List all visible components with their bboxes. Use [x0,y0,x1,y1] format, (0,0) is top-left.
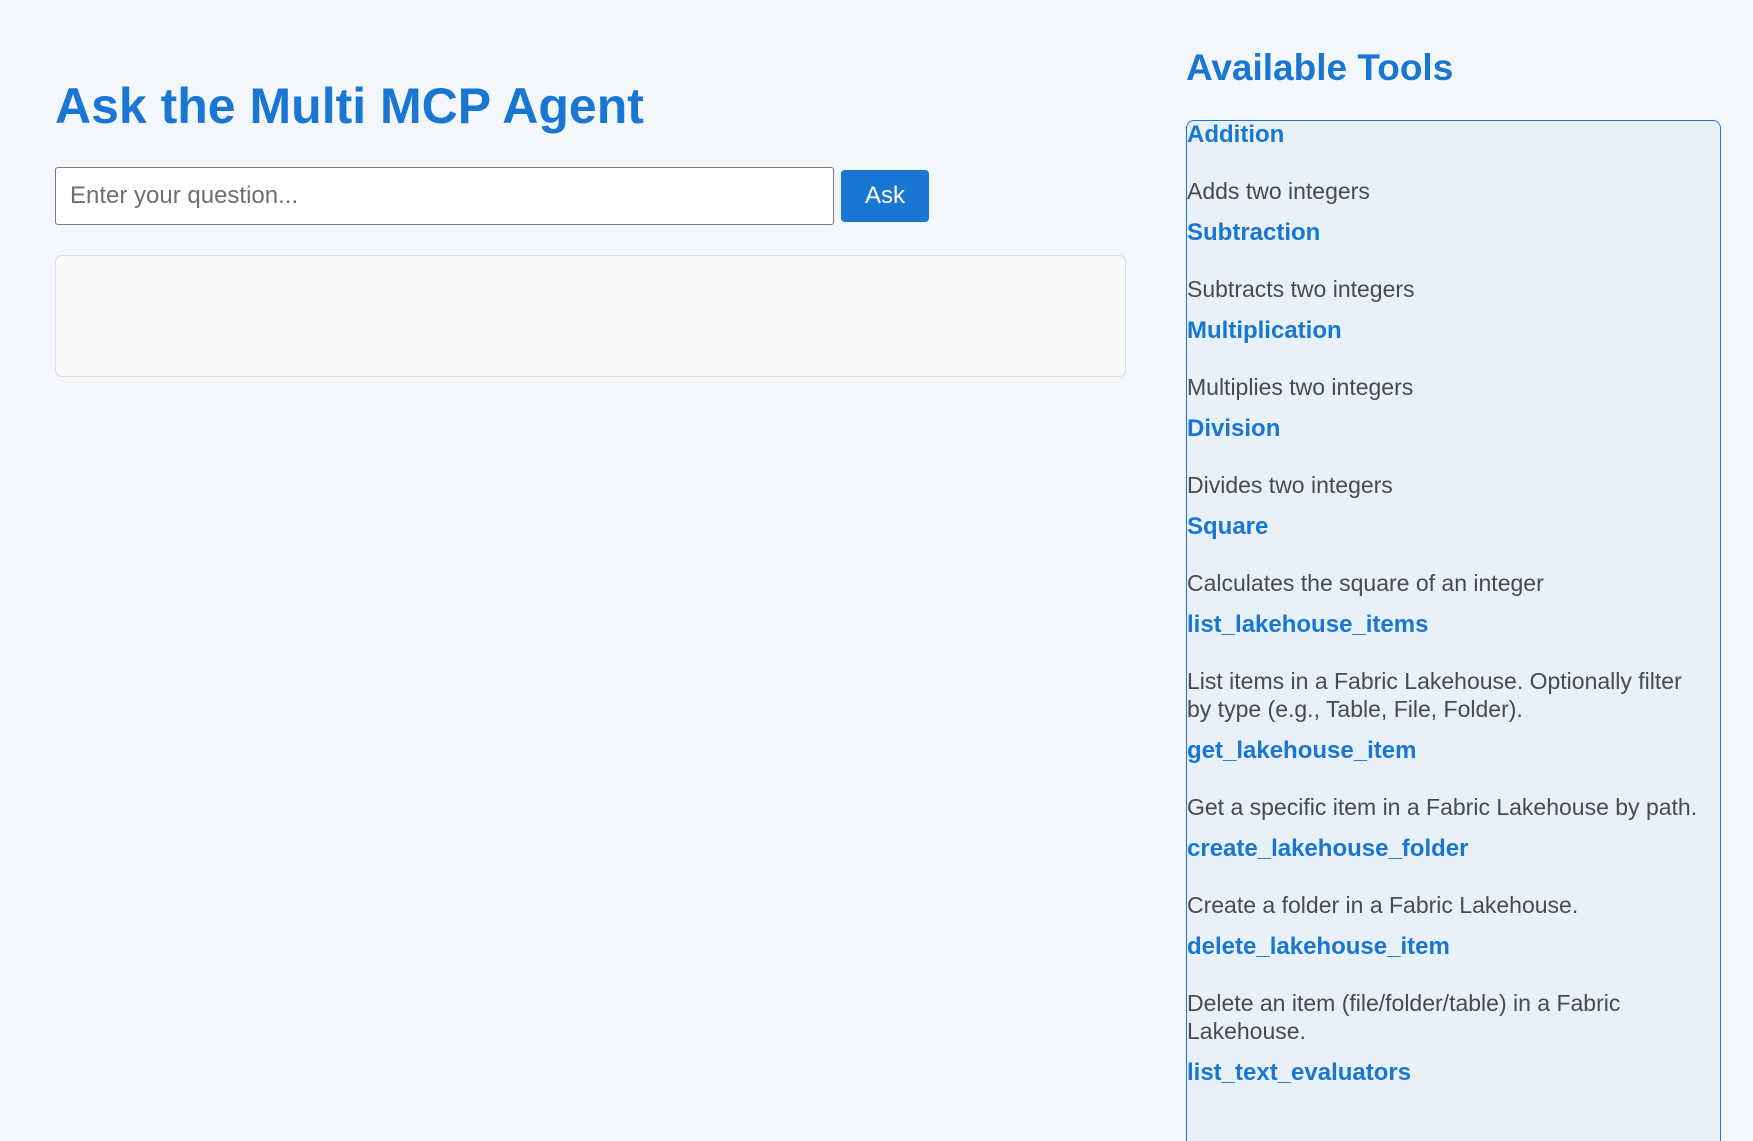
tool-item: Division Divides two integers [1187,415,1720,499]
tool-item: Multiplication Multiplies two integers [1187,317,1720,401]
tool-name[interactable]: Subtraction [1187,219,1720,247]
tool-item: delete_lakehouse_item Delete an item (fi… [1187,933,1720,1045]
sidebar-title: Available Tools [1186,47,1454,88]
ask-button[interactable]: Ask [841,170,929,222]
tool-name[interactable]: get_lakehouse_item [1187,737,1720,765]
tool-item: Subtraction Subtracts two integers [1187,219,1720,303]
response-box [55,255,1126,377]
question-input[interactable] [55,167,834,225]
tool-item: list_text_evaluators [1187,1059,1720,1087]
tool-name[interactable]: Multiplication [1187,317,1720,345]
page-title: Ask the Multi MCP Agent [55,78,644,134]
tool-description: Get a specific item in a Fabric Lakehous… [1187,794,1698,820]
tool-item: Addition Adds two integers [1187,121,1720,205]
tool-description: Subtracts two integers [1187,276,1415,302]
tool-name[interactable]: Division [1187,415,1720,443]
tool-description: Calculates the square of an integer [1187,570,1544,596]
tool-description: Create a folder in a Fabric Lakehouse. [1187,892,1579,918]
tool-description: List items in a Fabric Lakehouse. Option… [1187,668,1682,722]
ask-form: Ask [55,167,929,225]
page: Ask the Multi MCP Agent Ask Available To… [0,0,1753,1141]
tool-description: Adds two integers [1187,178,1370,204]
tool-name[interactable]: Addition [1187,121,1720,149]
tool-name[interactable]: list_text_evaluators [1187,1059,1720,1087]
tool-description: Divides two integers [1187,472,1393,498]
tool-name[interactable]: delete_lakehouse_item [1187,933,1720,961]
tool-item: list_lakehouse_items List items in a Fab… [1187,611,1720,723]
tool-name[interactable]: Square [1187,513,1720,541]
tool-item: create_lakehouse_folder Create a folder … [1187,835,1720,919]
tool-description: Delete an item (file/folder/table) in a … [1187,990,1621,1044]
tool-item: Square Calculates the square of an integ… [1187,513,1720,597]
tool-name[interactable]: list_lakehouse_items [1187,611,1720,639]
tools-list[interactable]: Addition Adds two integers Subtraction S… [1186,120,1721,1141]
tool-description: Multiplies two integers [1187,374,1414,400]
tool-item: get_lakehouse_item Get a specific item i… [1187,737,1720,821]
tool-name[interactable]: create_lakehouse_folder [1187,835,1720,863]
